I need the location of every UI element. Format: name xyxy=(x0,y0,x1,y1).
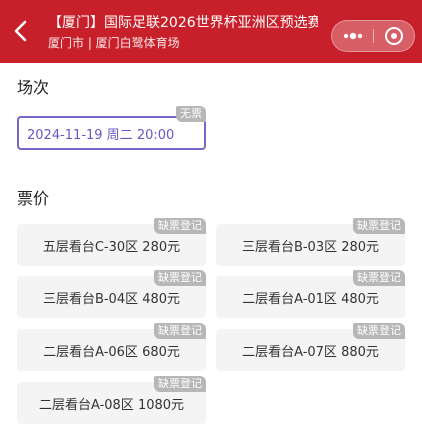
ticket-label: 三层看台B-04区 480元 xyxy=(42,292,181,307)
shortage-register-badge[interactable]: 缺票登记 xyxy=(154,376,206,392)
ticket-option[interactable]: 二层看台A-08区 1080元 缺票登记 xyxy=(17,376,206,424)
more-dots-icon xyxy=(343,32,363,40)
ticket-label: 二层看台A-01区 480元 xyxy=(242,292,379,307)
ticket-option[interactable]: 三层看台B-03区 280元 缺票登记 xyxy=(216,218,405,266)
shortage-register-badge[interactable]: 缺票登记 xyxy=(154,323,206,339)
close-mini-program-button[interactable] xyxy=(374,21,415,51)
ticket-label: 二层看台A-06区 680元 xyxy=(43,345,180,360)
price-section-title: 票价 xyxy=(17,189,50,208)
back-arrow-icon xyxy=(14,20,27,42)
ticket-option[interactable]: 二层看台A-07区 880元 缺票登记 xyxy=(216,323,405,371)
page-title: 【厦门】国际足联2026世界杯亚洲区预选赛第三... xyxy=(48,15,318,31)
session-datetime: 2024-11-19 周二 20:00 xyxy=(27,128,175,143)
no-ticket-badge: 无票 xyxy=(176,106,206,122)
session-section-title: 场次 xyxy=(17,78,50,97)
ticket-option[interactable]: 五层看台C-30区 280元 缺票登记 xyxy=(17,218,206,266)
back-button[interactable] xyxy=(8,17,34,45)
shortage-register-badge[interactable]: 缺票登记 xyxy=(154,218,206,234)
mini-program-capsule xyxy=(331,20,415,52)
shortage-register-badge[interactable]: 缺票登记 xyxy=(353,218,405,234)
shortage-register-badge[interactable]: 缺票登记 xyxy=(154,270,206,286)
ticket-option[interactable]: 二层看台A-06区 680元 缺票登记 xyxy=(17,323,206,371)
nav-header: 【厦门】国际足联2026世界杯亚洲区预选赛第三... 厦门市 | 厦门白鹭体育场 xyxy=(0,0,422,63)
venue-subtitle: 厦门市 | 厦门白鹭体育场 xyxy=(48,36,180,50)
target-circle-icon xyxy=(385,27,403,45)
ticket-label: 二层看台A-08区 1080元 xyxy=(38,398,185,413)
session-option[interactable]: 2024-11-19 周二 20:00 无票 xyxy=(17,106,206,150)
shortage-register-badge[interactable]: 缺票登记 xyxy=(353,323,405,339)
more-button[interactable] xyxy=(332,21,374,51)
ticket-option[interactable]: 三层看台B-04区 480元 缺票登记 xyxy=(17,270,206,318)
ticket-option[interactable]: 二层看台A-01区 480元 缺票登记 xyxy=(216,270,405,318)
ticket-label: 三层看台B-03区 280元 xyxy=(241,240,380,255)
ticket-label: 五层看台C-30区 280元 xyxy=(42,240,181,255)
shortage-register-badge[interactable]: 缺票登记 xyxy=(353,270,405,286)
ticket-label: 二层看台A-07区 880元 xyxy=(242,345,379,360)
